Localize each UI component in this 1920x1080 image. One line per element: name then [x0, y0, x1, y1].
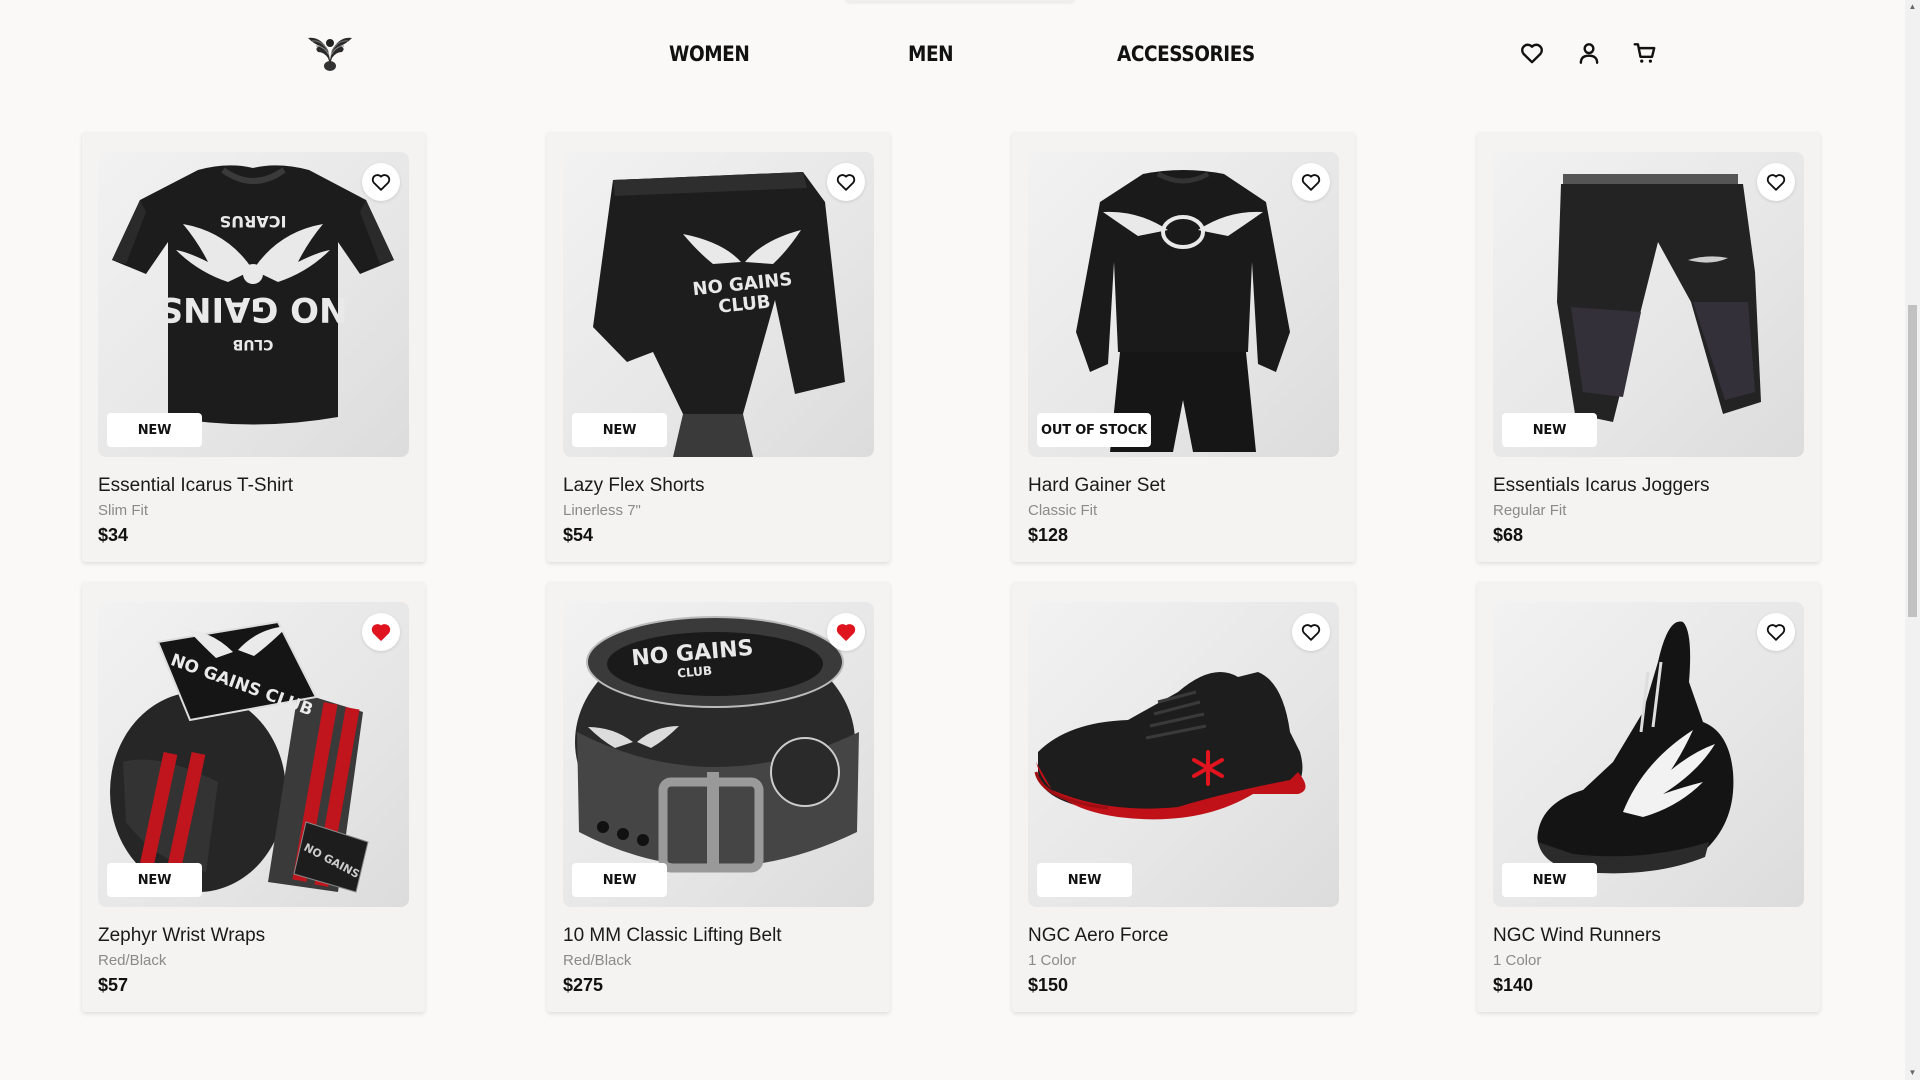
- product-name[interactable]: Lazy Flex Shorts: [563, 475, 705, 497]
- status-badge: NEW: [1037, 863, 1132, 897]
- wishlist-button[interactable]: [1292, 163, 1330, 201]
- product-subtitle: Classic Fit: [1028, 502, 1098, 519]
- product-price: $140: [1493, 975, 1534, 995]
- site-header: WOMEN MEN ACCESSORIES: [0, 0, 1905, 110]
- user-icon[interactable]: [1576, 40, 1602, 66]
- product-subtitle: Red/Black: [563, 952, 632, 969]
- product-card[interactable]: NO GAINS CLUB NEW 10 MM Classic Lifting …: [547, 582, 890, 1012]
- product-price: $275: [563, 975, 604, 995]
- scroll-down-arrow-icon[interactable]: ▼: [1908, 1069, 1917, 1077]
- svg-text:ICARUS: ICARUS: [220, 212, 287, 231]
- status-badge: NEW: [107, 863, 202, 897]
- wishlist-button[interactable]: [1757, 613, 1795, 651]
- heart-outline-icon: [371, 174, 391, 191]
- heart-outline-icon: [1766, 174, 1786, 191]
- status-badge: OUT OF STOCK: [1037, 413, 1151, 447]
- nav-accessories[interactable]: ACCESSORIES: [1117, 42, 1255, 66]
- product-name[interactable]: NGC Aero Force: [1028, 925, 1168, 947]
- product-name[interactable]: Essentials Icarus Joggers: [1493, 475, 1710, 497]
- svg-text:CLUB: CLUB: [233, 336, 274, 352]
- product-subtitle: Linerless 7": [563, 502, 641, 519]
- product-image[interactable]: OUT OF STOCK: [1028, 152, 1339, 457]
- status-badge: NEW: [572, 413, 667, 447]
- product-price: $68: [1493, 525, 1524, 545]
- product-card[interactable]: NO GAINS CLUB NEW Lazy Flex Shorts Liner…: [547, 132, 890, 562]
- cart-icon[interactable]: [1632, 40, 1658, 66]
- product-image[interactable]: NO GAINS CLUB NEW: [563, 152, 874, 457]
- product-card[interactable]: NEW NGC Wind Runners 1 Color $140: [1477, 582, 1820, 1012]
- scroll-thumb[interactable]: [1908, 305, 1917, 617]
- product-price: $128: [1028, 525, 1069, 545]
- product-card[interactable]: NO GAINS CLUB NO GAINS NEW Zephyr Wrist …: [82, 582, 425, 1012]
- wishlist-button[interactable]: [827, 613, 865, 651]
- product-subtitle: Red/Black: [98, 952, 167, 969]
- product-price: $150: [1028, 975, 1069, 995]
- heart-outline-icon: [1301, 624, 1321, 641]
- heart-filled-icon: [371, 624, 391, 641]
- svg-text:NO GAINS: NO GAINS: [158, 289, 347, 329]
- product-subtitle: Regular Fit: [1493, 502, 1567, 519]
- product-card[interactable]: NEW Essentials Icarus Joggers Regular Fi…: [1477, 132, 1820, 562]
- product-name[interactable]: 10 MM Classic Lifting Belt: [563, 925, 782, 947]
- status-badge: NEW: [1502, 863, 1597, 897]
- product-price: $34: [98, 525, 129, 545]
- product-name[interactable]: Hard Gainer Set: [1028, 475, 1165, 497]
- product-subtitle: 1 Color: [1028, 952, 1077, 969]
- product-subtitle: Slim Fit: [98, 502, 148, 519]
- status-badge: NEW: [572, 863, 667, 897]
- nav-men[interactable]: MEN: [908, 42, 954, 66]
- product-name[interactable]: Zephyr Wrist Wraps: [98, 925, 265, 947]
- product-name[interactable]: NGC Wind Runners: [1493, 925, 1661, 947]
- wishlist-button[interactable]: [1757, 163, 1795, 201]
- product-card[interactable]: NEW NGC Aero Force 1 Color $150: [1012, 582, 1355, 1012]
- product-card[interactable]: ICARUS NO GAINS CLUB NEW Essential Icaru…: [82, 132, 425, 562]
- heart-outline-icon: [1301, 174, 1321, 191]
- wishlist-button[interactable]: [362, 613, 400, 651]
- heart-outline-icon: [836, 174, 856, 191]
- product-subtitle: 1 Color: [1493, 952, 1542, 969]
- product-name[interactable]: Essential Icarus T-Shirt: [98, 475, 293, 497]
- product-price: $54: [563, 525, 594, 545]
- status-badge: NEW: [107, 413, 202, 447]
- wishlist-button[interactable]: [362, 163, 400, 201]
- heart-outline-icon: [1766, 624, 1786, 641]
- page-scrollbar[interactable]: ▲ ▼: [1905, 0, 1920, 1080]
- product-card[interactable]: OUT OF STOCK Hard Gainer Set Classic Fit…: [1012, 132, 1355, 562]
- heart-filled-icon: [836, 624, 856, 641]
- wishlist-button[interactable]: [1292, 613, 1330, 651]
- product-image[interactable]: NEW: [1493, 152, 1804, 457]
- product-image[interactable]: NEW: [1028, 602, 1339, 907]
- product-image[interactable]: NO GAINS CLUB NEW: [563, 602, 874, 907]
- product-image[interactable]: NO GAINS CLUB NO GAINS NEW: [98, 602, 409, 907]
- heart-icon[interactable]: [1519, 40, 1545, 66]
- product-image[interactable]: ICARUS NO GAINS CLUB NEW: [98, 152, 409, 457]
- status-badge: NEW: [1502, 413, 1597, 447]
- eagle-logo[interactable]: [306, 30, 354, 72]
- product-price: $57: [98, 975, 129, 995]
- nav-women[interactable]: WOMEN: [669, 42, 750, 66]
- scroll-up-arrow-icon[interactable]: ▲: [1908, 3, 1917, 11]
- product-image[interactable]: NEW: [1493, 602, 1804, 907]
- wishlist-button[interactable]: [827, 163, 865, 201]
